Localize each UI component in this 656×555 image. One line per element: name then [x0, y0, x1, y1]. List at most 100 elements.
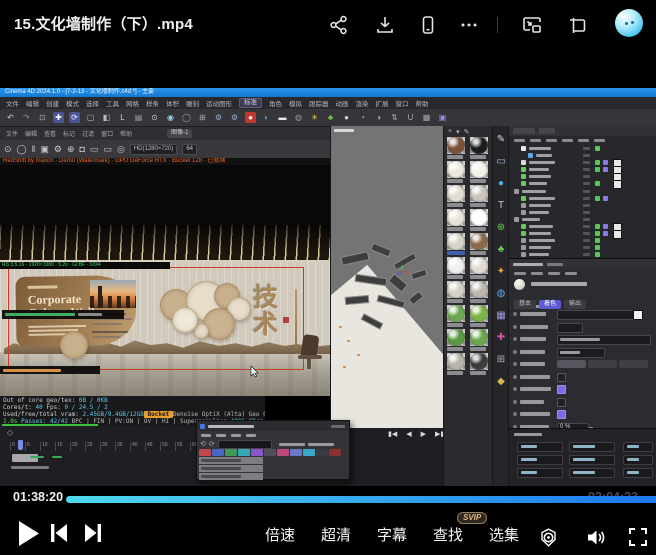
- quality-button[interactable]: 超清: [306, 524, 366, 545]
- toolbar-icon: ◔: [357, 112, 368, 123]
- material-thumbnail: [447, 329, 465, 346]
- coord-value: [627, 445, 639, 448]
- playback-speed-button[interactable]: 倍速: [250, 524, 310, 545]
- coord-field: [623, 442, 653, 452]
- om-menu-item: [514, 139, 525, 142]
- row-field: [557, 310, 635, 320]
- coord-value: [573, 471, 595, 474]
- toolbar-icon: ●: [245, 112, 256, 123]
- pv-menu-item: 过滤: [82, 129, 94, 138]
- material-thumbnail: [447, 257, 465, 274]
- more-options-icon[interactable]: [458, 14, 480, 36]
- material-sphere: [470, 209, 488, 226]
- material-sphere: [470, 329, 488, 346]
- c4d-window-titlebar: Cinema 4D 2024.1.0 - [7-2-13 - 文化墙制作.c4d…: [0, 88, 656, 97]
- coord-value: [573, 445, 595, 448]
- pv-toolbar-icon: ▭: [103, 144, 112, 155]
- material-thumbnail: [447, 353, 465, 370]
- popup-filter-chip: [264, 449, 276, 456]
- avatar-eye: [625, 22, 628, 25]
- object-layer-dots: [583, 182, 590, 185]
- toolbar-icon: U: [405, 112, 416, 123]
- material-name: [447, 323, 463, 327]
- material-thumbnail: [470, 305, 488, 322]
- video-surface[interactable]: Cinema 4D 2024.1.0 - [7-2-13 - 文化墙制作.c4d…: [0, 62, 656, 486]
- toolbar-icon: ↷: [21, 112, 32, 123]
- material-sphere: [447, 281, 465, 298]
- toolbar-icon: ⚙: [229, 112, 240, 123]
- row-field: [557, 323, 583, 333]
- previous-episode-button[interactable]: [48, 522, 70, 544]
- material-swatch: [447, 137, 469, 159]
- video-title: 15.文化墙制作（下）.mp4: [14, 13, 193, 34]
- row-dot: [513, 362, 517, 366]
- editor-menu-item: [514, 272, 526, 275]
- episodes-button[interactable]: 选集: [474, 524, 534, 545]
- download-icon[interactable]: [374, 14, 396, 36]
- svip-badge: SVIP: [457, 512, 487, 524]
- om-menu-item: [562, 139, 573, 142]
- subtitle-button[interactable]: 字幕: [362, 524, 422, 545]
- toolbar-icon: ☀: [309, 112, 320, 123]
- current-time: 01:38:20: [13, 490, 63, 504]
- object-row: [509, 209, 656, 216]
- object-manager-tabs: [509, 126, 656, 136]
- tag-text: [5, 313, 75, 316]
- next-episode-button[interactable]: [82, 522, 104, 544]
- mini-window-icon[interactable]: [566, 14, 588, 36]
- share-icon[interactable]: [328, 14, 350, 36]
- player-top-bar: 15.文化墙制作（下）.mp4: [0, 0, 656, 56]
- object-layer-dots: [583, 218, 590, 221]
- volume-icon[interactable]: [585, 527, 606, 548]
- editor-menu-item: [548, 272, 560, 275]
- picture-in-picture-icon[interactable]: [521, 14, 543, 36]
- attribute-editor: 基本着色输出0 %0 %100 %100 %: [508, 258, 656, 429]
- redshift-banner: RedShift by maxon · Demo (Watermark) · G…: [0, 158, 333, 165]
- fullscreen-icon[interactable]: [628, 527, 648, 547]
- object-row: [509, 202, 656, 209]
- material-sphere: [447, 257, 465, 274]
- play-button[interactable]: [16, 520, 40, 547]
- material-name: [470, 227, 486, 231]
- toolbar-icon: ↶: [5, 112, 16, 123]
- row-label: [520, 412, 550, 416]
- material-sphere: [470, 281, 488, 298]
- toolbar-icon: ⟳: [69, 112, 80, 123]
- medallion-circle: [172, 307, 198, 333]
- material-sphere: [470, 137, 488, 154]
- skyline-photo: [90, 280, 136, 308]
- coord-field: [569, 442, 615, 452]
- cast-to-phone-icon[interactable]: [417, 14, 439, 36]
- material-thumbnail: [470, 281, 488, 298]
- material-swatch: [447, 209, 469, 231]
- coord-value: [521, 445, 537, 448]
- material-swatch: [447, 161, 469, 183]
- material-swatch: [447, 185, 469, 207]
- editor-title: [547, 263, 563, 266]
- material-sphere: [470, 257, 488, 274]
- object-enabled-check: [595, 160, 600, 165]
- material-thumbnail: [470, 233, 488, 250]
- search-button[interactable]: 查找: [418, 524, 478, 545]
- user-avatar[interactable]: [615, 9, 643, 37]
- material-name: [470, 371, 486, 375]
- progress-bar[interactable]: [66, 496, 656, 503]
- object-icon: [521, 196, 526, 201]
- spline-highlight: [343, 366, 346, 368]
- side-tool-icon: ◆: [497, 376, 505, 387]
- object-icon: [514, 189, 519, 194]
- object-row: [509, 166, 656, 173]
- material-name: [447, 347, 463, 351]
- stats-text: 40: [36, 404, 43, 411]
- om-tab: [513, 128, 535, 134]
- object-icon: [521, 231, 526, 236]
- settings-icon[interactable]: [538, 527, 559, 548]
- coord-field: [517, 455, 563, 465]
- editor-title: [513, 263, 543, 266]
- material-grid: [444, 137, 493, 377]
- stats-text: Cores/t:: [3, 404, 36, 411]
- row-dot: [513, 312, 517, 316]
- pv-toolbar-icon: ▭: [90, 144, 99, 155]
- material-name: [470, 203, 486, 207]
- material-swatch: [447, 329, 469, 351]
